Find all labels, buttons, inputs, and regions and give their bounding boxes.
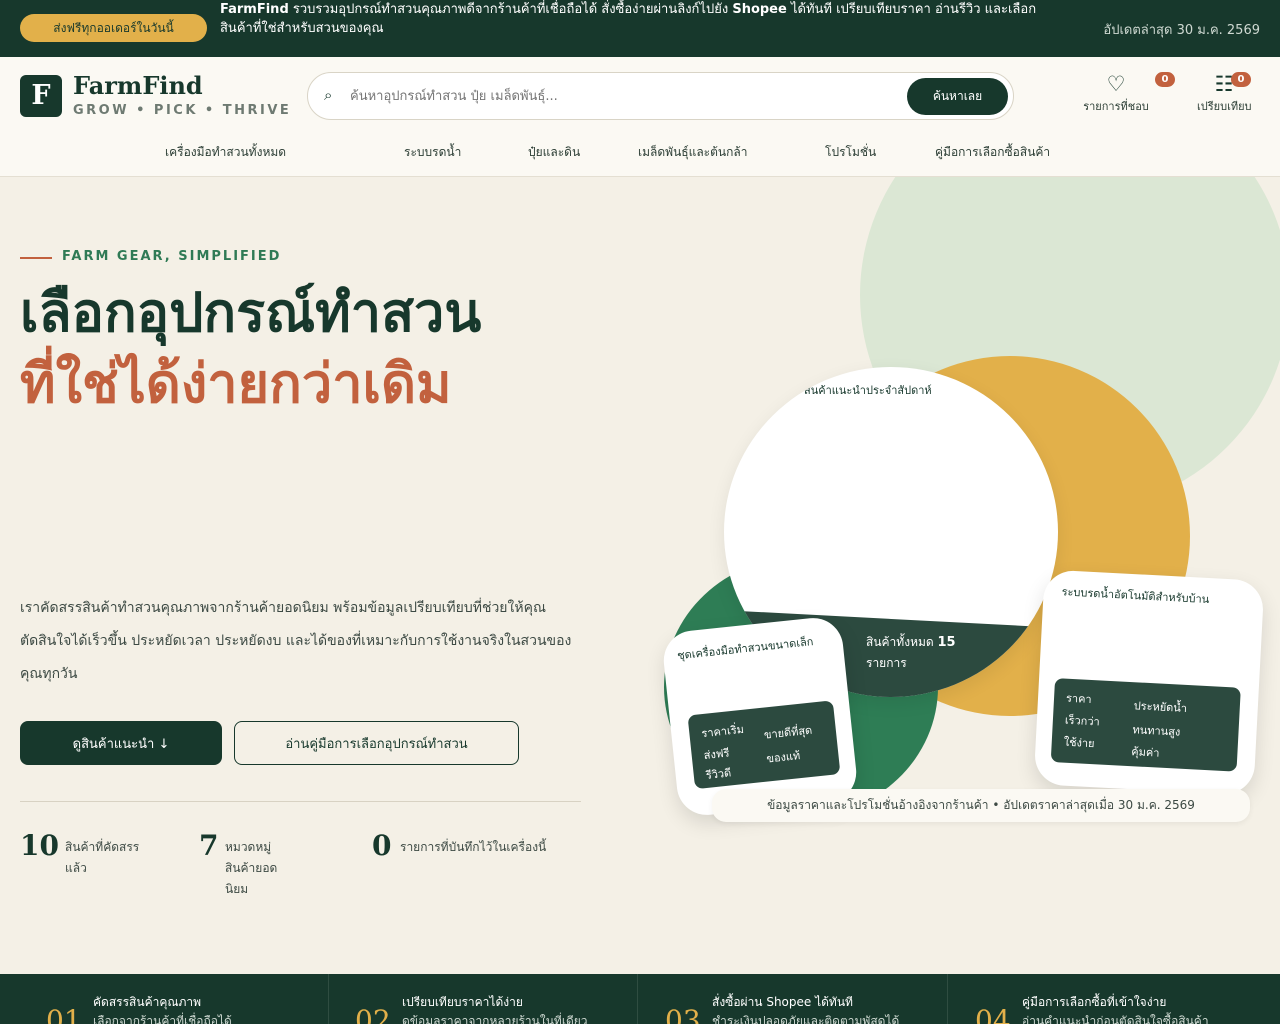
feature-title: คัดสรรสินค้าคุณภาพ xyxy=(93,995,202,1009)
nav-watering[interactable]: ระบบรดน้ำ xyxy=(404,143,461,162)
promo-badge: ส่งฟรีทุกออเดอร์ในวันนี้ xyxy=(20,14,207,42)
hero-headline: เลือกอุปกรณ์ทำสวน ที่ใช่ได้ง่ายกว่าเดิม xyxy=(20,277,580,419)
main-nav: เครื่องมือทำสวนทั้งหมด ระบบรดน้ำ ปุ๋ยและ… xyxy=(0,143,1280,163)
wishlist-label: รายการที่ชอบ xyxy=(1083,100,1149,113)
announcement-bar: ส่งฟรีทุกออเดอร์ในวันนี้ FarmFind รวบรวม… xyxy=(0,0,1280,57)
panel-text: ราคาเริ่ม xyxy=(700,722,745,741)
nav-all-tools[interactable]: เครื่องมือทำสวนทั้งหมด xyxy=(165,143,286,162)
feature-subtitle: ดูข้อมูลราคาจากหลายร้านในที่เดียว xyxy=(402,1014,588,1024)
nav-seeds[interactable]: เมล็ดพันธุ์และต้นกล้า xyxy=(638,143,747,162)
feature-item: 01 คัดสรรสินค้าคุณภาพ เลือกจากร้านค้าที่… xyxy=(20,974,329,1024)
panel-text: ส่งฟรี xyxy=(703,746,731,763)
stat-saved-value: 0 xyxy=(372,829,392,862)
stat-products-value: 10 xyxy=(20,829,59,862)
announcement-message-a: รวบรวมอุปกรณ์ทำสวนคุณภาพดีจากร้านค้าที่เ… xyxy=(292,2,729,17)
features-strip: 01 คัดสรรสินค้าคุณภาพ เลือกจากร้านค้าที่… xyxy=(0,974,1280,1024)
logo-icon[interactable]: F xyxy=(20,75,62,117)
wishlist-count-badge: 0 xyxy=(1155,72,1175,87)
panel-text: ทนทานสูง xyxy=(1132,723,1181,739)
panel-text: ประหยัดน้ำ xyxy=(1133,699,1188,716)
panel-text: รีวิวดี xyxy=(705,766,732,782)
compare-button[interactable]: ☷ เปรียบเทียบ 0 xyxy=(1197,71,1252,115)
read-guide-button[interactable]: อ่านคู่มือการเลือกอุปกรณ์ทำสวน xyxy=(234,721,519,765)
hero-section: FARM GEAR, SIMPLIFIED เลือกอุปกรณ์ทำสวน … xyxy=(0,177,1280,974)
panel-text: ขายดีที่สุด xyxy=(763,723,813,742)
feature-item: 03 สั่งซื้อผ่าน Shopee ได้ทันที ชำระเงิน… xyxy=(639,974,948,1024)
compare-count-badge: 0 xyxy=(1231,72,1251,87)
product-card-tools[interactable]: ชุดเครื่องมือทำสวนขนาดเล็ก ราคาเริ่ม ส่ง… xyxy=(660,615,860,818)
announcement-shopee: Shopee xyxy=(732,2,787,17)
feature-title: เปรียบเทียบราคาได้ง่าย xyxy=(402,995,523,1009)
feature-subtitle: ชำระเงินปลอดภัยและติดตามพัสดุได้ xyxy=(712,1014,900,1024)
wishlist-button[interactable]: ♡ รายการที่ชอบ 0 xyxy=(1058,71,1175,115)
panel-text: ราคา xyxy=(1065,691,1092,707)
search-icon: ⌕ xyxy=(324,86,333,104)
hero-eyebrow: FARM GEAR, SIMPLIFIED xyxy=(62,249,282,264)
hero-intro: เราคัดสรรสินค้าทำสวนคุณภาพจากร้านค้ายอดน… xyxy=(20,600,572,682)
featured-ribbon-count: 15 xyxy=(937,635,956,650)
announcement-text: FarmFind รวบรวมอุปกรณ์ทำสวนคุณภาพดีจากร้… xyxy=(220,0,1050,38)
panel-text: ของแท้ xyxy=(765,749,801,766)
product-card-tools-panel: ราคาเริ่ม ส่งฟรี รีวิวดี ขายดีที่สุด ของ… xyxy=(687,700,841,790)
nav-promotions[interactable]: โปรโมชั่น xyxy=(825,143,876,162)
feature-item: 04 คู่มือการเลือกซื้อที่เข้าใจง่าย อ่านค… xyxy=(949,974,1258,1024)
panel-text: เร็วกว่า xyxy=(1064,713,1101,729)
eyebrow-line xyxy=(20,257,52,259)
announcement-brand: FarmFind xyxy=(220,2,289,17)
panel-text: ใช้ง่าย xyxy=(1063,735,1095,751)
featured-ribbon-text: สินค้าทั้งหมด 15 รายการ xyxy=(866,632,956,674)
search-button[interactable]: ค้นหาเลย xyxy=(907,78,1008,115)
feature-title: สั่งซื้อผ่าน Shopee ได้ทันที xyxy=(712,995,853,1009)
feature-number: 03 xyxy=(665,1004,701,1024)
last-updated-date: อัปเดตล่าสุด 30 ม.ค. 2569 xyxy=(1103,23,1260,38)
search-bar: ⌕ ค้นหาเลย xyxy=(307,72,1014,120)
feature-title: คู่มือการเลือกซื้อที่เข้าใจง่าย xyxy=(1022,995,1167,1009)
feature-subtitle: เลือกจากร้านค้าที่เชื่อถือได้ xyxy=(93,1014,232,1024)
nav-buying-guide[interactable]: คู่มือการเลือกซื้อสินค้า xyxy=(935,143,1050,162)
panel-text: คุ้มค่า xyxy=(1131,745,1160,760)
featured-ribbon-sub: รายการ xyxy=(866,656,907,670)
view-recommended-button[interactable]: ดูสินค้าแนะนำ ↓ xyxy=(20,721,222,765)
hero-headline-line-2: ที่ใช่ได้ง่ายกว่าเดิม xyxy=(20,351,452,415)
feature-number: 01 xyxy=(46,1004,82,1024)
brand-name[interactable]: FarmFind xyxy=(73,71,203,100)
featured-caption: สินค้าแนะนำประจำสัปดาห์ xyxy=(804,384,932,397)
nav-fertilizer-soil[interactable]: ปุ๋ยและดิน xyxy=(528,143,580,162)
product-card-tools-caption: ชุดเครื่องมือทำสวนขนาดเล็ก xyxy=(676,635,814,663)
hero-headline-line-1: เลือกอุปกรณ์ทำสวน xyxy=(20,280,482,344)
stat-categories-value: 7 xyxy=(199,829,219,862)
site-header: F FarmFind GROW • PICK • THRIVE ⌕ ค้นหาเ… xyxy=(0,57,1280,177)
stat-categories-label: หมวดหมู่สินค้ายอดนิยม xyxy=(225,840,278,896)
feature-number: 02 xyxy=(355,1004,391,1024)
featured-ribbon-label: สินค้าทั้งหมด xyxy=(866,635,934,649)
brand-tagline: GROW • PICK • THRIVE xyxy=(73,103,292,118)
product-card-watering-caption: ระบบรดน้ำอัตโนมัติสำหรับบ้าน xyxy=(1061,585,1210,607)
feature-number: 04 xyxy=(975,1004,1011,1024)
search-input[interactable] xyxy=(350,83,900,109)
product-card-watering[interactable]: ระบบรดน้ำอัตโนมัติสำหรับบ้าน ราคา เร็วกว… xyxy=(1033,569,1265,796)
stat-saved-label: รายการที่บันทึกไว้ในเครื่องนี้ xyxy=(400,840,547,854)
stat-products-label: สินค้าที่คัดสรรแล้ว xyxy=(65,840,140,875)
product-card-watering-panel: ราคา เร็วกว่า ใช้ง่าย ประหยัดน้ำ ทนทานสู… xyxy=(1050,678,1241,772)
feature-subtitle: อ่านคำแนะนำก่อนตัดสินใจซื้อสินค้า xyxy=(1022,1014,1209,1024)
compare-label: เปรียบเทียบ xyxy=(1197,100,1252,113)
feature-item: 02 เปรียบเทียบราคาได้ง่าย ดูข้อมูลราคาจา… xyxy=(329,974,638,1024)
price-disclaimer: ข้อมูลราคาและโปรโมชั่นอ้างอิงจากร้านค้า … xyxy=(712,789,1250,822)
hero-divider xyxy=(20,801,581,802)
